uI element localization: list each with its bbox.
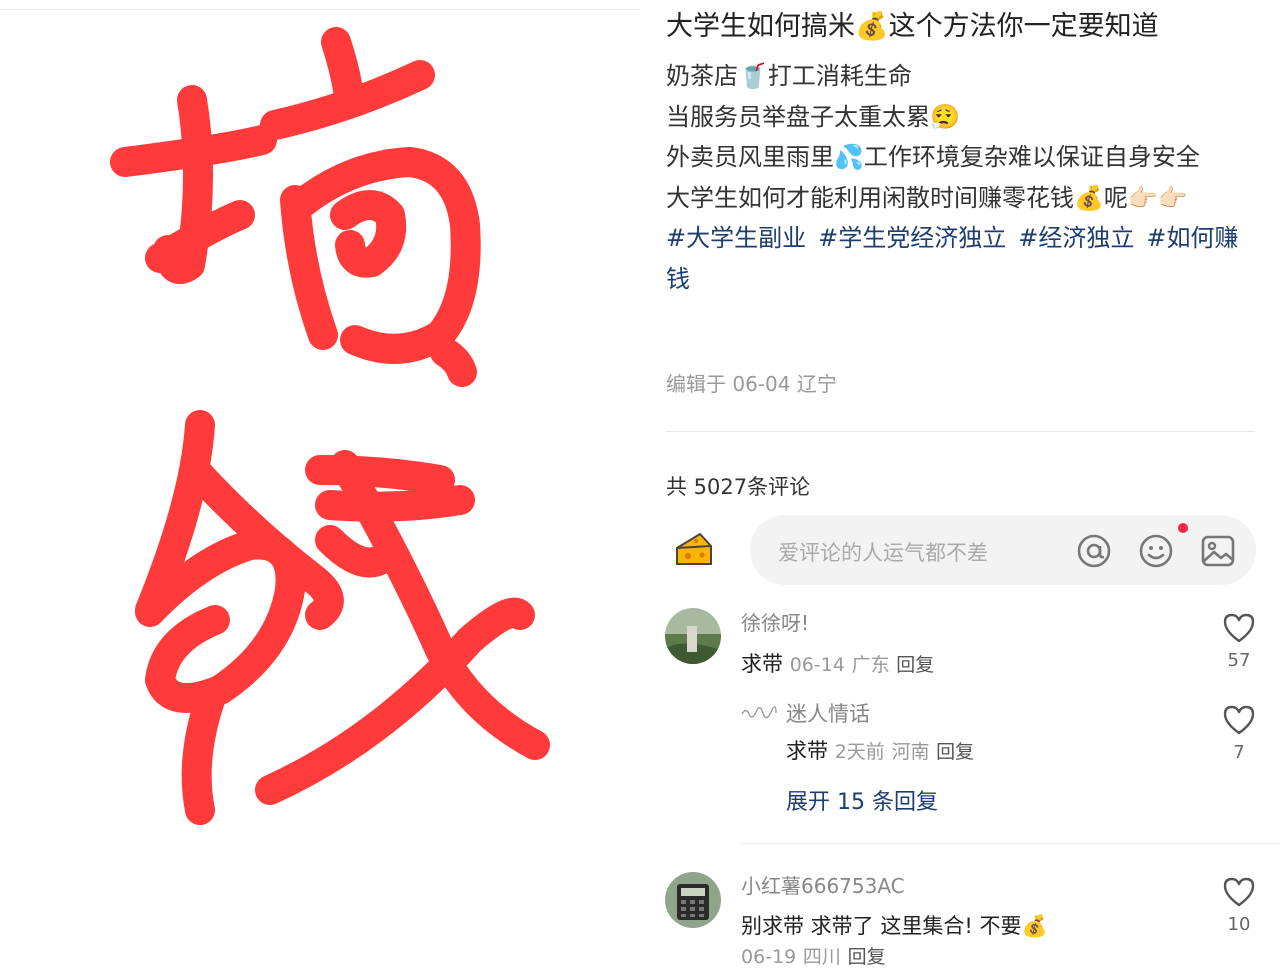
- reply-button[interactable]: 回复: [896, 654, 934, 676]
- tag-list: #大学生副业 #学生党经济独立 #经济独立 #如何赚钱: [666, 218, 1256, 299]
- comment-text: 求带 06-14 广东 回复: [741, 648, 934, 678]
- like-count: 57: [1227, 650, 1251, 671]
- comment-body: 求带: [786, 739, 828, 763]
- reply-button[interactable]: 回复: [848, 946, 886, 968]
- post-meta: 编辑于 06-04 辽宁: [666, 372, 837, 396]
- calligraphy-image: [110, 27, 550, 825]
- post-image[interactable]: [0, 0, 640, 960]
- heart-icon: [1223, 877, 1255, 907]
- comment-username[interactable]: 迷人情话: [786, 698, 870, 728]
- comment-location: 河南: [891, 741, 930, 763]
- hashtag-link[interactable]: #学生党经济独立: [818, 224, 1006, 252]
- comment-text: 求带 2天前 河南 回复: [786, 735, 974, 765]
- comment-location: 四川: [802, 946, 841, 968]
- reply-button[interactable]: 回复: [936, 741, 974, 763]
- comment-meta: 06-19 四川 回复: [741, 942, 886, 969]
- post-title: 大学生如何搞米💰这个方法你一定要知道: [666, 11, 1159, 42]
- post-line: 大学生如何才能利用闲散时间赚零花钱💰呢👉🏻👉🏻: [666, 183, 1188, 212]
- emoji-icon[interactable]: [1138, 533, 1174, 569]
- divider: [740, 843, 1280, 844]
- divider: [666, 431, 1255, 432]
- post-body: 奶茶店🥤打工消耗生命 当服务员举盘子太重太累😮‍💨 外卖员风里雨里💦工作环境复杂…: [666, 56, 1256, 299]
- heart-icon: [1223, 613, 1255, 643]
- image-icon[interactable]: [1200, 533, 1236, 569]
- comment-body: 别求带 求带了 这里集合! 不要💰: [741, 914, 1048, 938]
- comment-location: 广东: [851, 654, 890, 676]
- hashtag-link[interactable]: #大学生副业: [666, 224, 806, 252]
- comment-placeholder: 爱评论的人运气都不差: [778, 541, 988, 565]
- post-detail: 大学生如何搞米💰这个方法你一定要知道 奶茶店🥤打工消耗生命 当服务员举盘子太重太…: [640, 0, 1280, 968]
- comment-date: 06-14: [789, 654, 845, 676]
- post-line: 奶茶店🥤打工消耗生命: [666, 62, 912, 90]
- like-button[interactable]: 7: [1219, 704, 1259, 763]
- hashtag-link[interactable]: #经济独立: [1018, 224, 1134, 252]
- heart-icon: [1223, 705, 1255, 735]
- like-count: 7: [1233, 742, 1245, 763]
- comment-username[interactable]: 小红薯666753AC: [741, 870, 905, 899]
- at-icon[interactable]: [1076, 533, 1112, 569]
- cheese-avatar-icon[interactable]: [674, 530, 714, 570]
- comment-body: 求带: [741, 652, 783, 676]
- comment-count: 共 5027条评论: [666, 475, 811, 499]
- comment-username[interactable]: 徐徐呀!: [741, 607, 809, 636]
- avatar[interactable]: [665, 608, 721, 664]
- avatar[interactable]: [665, 872, 721, 928]
- like-button[interactable]: 10: [1219, 876, 1259, 935]
- handwriting-avatar-icon[interactable]: [741, 704, 777, 720]
- post-line: 外卖员风里雨里💦工作环境复杂难以保证自身安全: [666, 143, 1200, 171]
- notification-dot: [1178, 523, 1188, 533]
- comment-date: 2天前: [834, 741, 885, 763]
- post-line: 当服务员举盘子太重太累😮‍💨: [666, 102, 960, 131]
- comment-input[interactable]: 爱评论的人运气都不差: [750, 515, 1256, 585]
- like-count: 10: [1227, 914, 1251, 935]
- like-button[interactable]: 57: [1219, 612, 1259, 671]
- expand-replies-link[interactable]: 展开 15 条回复: [786, 784, 938, 816]
- comment-date: 06-19: [741, 946, 797, 968]
